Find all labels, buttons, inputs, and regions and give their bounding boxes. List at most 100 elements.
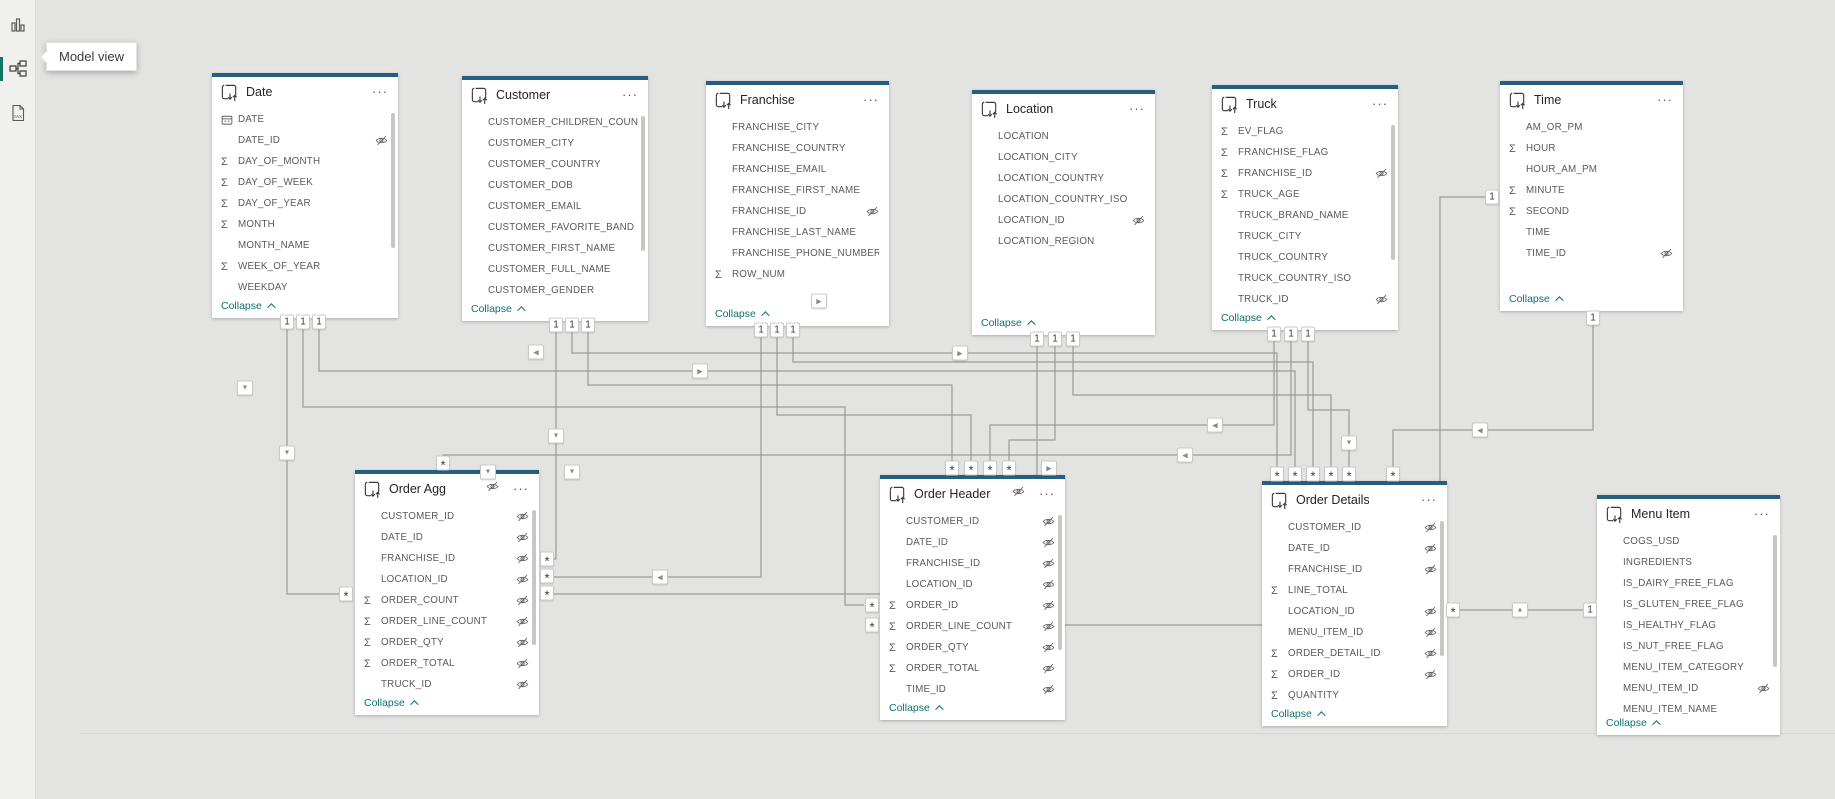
field-row[interactable]: Σ MONTH	[212, 214, 398, 235]
table-header[interactable]: Menu Item ···	[1597, 499, 1780, 529]
field-row[interactable]: Σ ROW_NUM	[706, 264, 889, 285]
field-row[interactable]: Σ ORDER_ID	[1262, 664, 1447, 685]
table-scrollbar[interactable]	[1773, 535, 1777, 667]
field-row[interactable]: TRUCK_COUNTRY_ISO	[1212, 268, 1398, 289]
field-row[interactable]: INGREDIENTS	[1597, 552, 1780, 573]
table-more-options-button[interactable]: ···	[371, 85, 389, 99]
table-header[interactable]: Location ···	[972, 94, 1155, 124]
field-row[interactable]: LOCATION_COUNTRY	[972, 168, 1155, 189]
field-row[interactable]: FRANCHISE_LAST_NAME	[706, 222, 889, 243]
table-more-options-button[interactable]: ···	[1420, 493, 1438, 507]
field-row[interactable]: TIME	[1500, 222, 1683, 243]
table-header[interactable]: Franchise ···	[706, 85, 889, 115]
field-row[interactable]: Σ QUANTITY	[1262, 685, 1447, 705]
field-row[interactable]: CUSTOMER_ID	[880, 511, 1065, 532]
field-row[interactable]: DATE_ID	[1262, 538, 1447, 559]
field-row[interactable]: FRANCHISE_COUNTRY	[706, 138, 889, 159]
field-row[interactable]: TRUCK_BRAND_NAME	[1212, 205, 1398, 226]
table-more-options-button[interactable]: ···	[862, 93, 880, 107]
field-row[interactable]: IS_GLUTEN_FREE_FLAG	[1597, 594, 1780, 615]
field-row[interactable]: CUSTOMER_CITY	[462, 133, 648, 154]
table-more-options-button[interactable]: ···	[1371, 97, 1389, 111]
field-row[interactable]: HOUR_AM_PM	[1500, 159, 1683, 180]
collapse-link[interactable]: Collapse	[880, 699, 1065, 720]
model-view-button[interactable]	[0, 52, 36, 86]
field-row[interactable]: Σ FRANCHISE_ID	[1212, 163, 1398, 184]
collapse-link[interactable]: Collapse	[355, 694, 539, 715]
field-row[interactable]: IS_DAIRY_FREE_FLAG	[1597, 573, 1780, 594]
field-row[interactable]: LOCATION_ID	[355, 569, 539, 590]
relationship-line[interactable]	[318, 318, 1296, 481]
table-header[interactable]: Truck ···	[1212, 89, 1398, 119]
field-row[interactable]: Σ ORDER_QTY	[355, 632, 539, 653]
field-row[interactable]: MONTH_NAME	[212, 235, 398, 256]
table-header[interactable]: Date ···	[212, 77, 398, 107]
field-row[interactable]: DATE_ID	[880, 532, 1065, 553]
field-row[interactable]: Σ WEEK_OF_YEAR	[212, 256, 398, 277]
field-row[interactable]: TRUCK_ID	[1212, 289, 1398, 309]
field-row[interactable]: CUSTOMER_CHILDREN_COUNT	[462, 112, 648, 133]
field-row[interactable]: Σ ORDER_COUNT	[355, 590, 539, 611]
table-header[interactable]: Time ···	[1500, 85, 1683, 115]
field-row[interactable]: FRANCHISE_ID	[1262, 559, 1447, 580]
field-row[interactable]: FRANCHISE_ID	[355, 548, 539, 569]
field-row[interactable]: LOCATION	[972, 126, 1155, 147]
table-scrollbar[interactable]	[532, 510, 536, 645]
field-row[interactable]: LOCATION_COUNTRY_ISO	[972, 189, 1155, 210]
relationship-line[interactable]	[547, 326, 762, 578]
table-more-options-button[interactable]: ···	[621, 88, 639, 102]
table-card-menu-item[interactable]: Menu Item ··· COGS_USD INGREDIENTS IS_DAI…	[1597, 495, 1780, 735]
field-row[interactable]: Σ DAY_OF_MONTH	[212, 151, 398, 172]
table-card-order-agg[interactable]: Order Agg ··· CUSTOMER_ID DATE_ID FRANCH…	[355, 470, 539, 715]
table-more-options-button[interactable]: ···	[512, 482, 530, 496]
table-card-franchise[interactable]: Franchise ··· FRANCHISE_CITY FRANCHISE_CO…	[706, 81, 889, 326]
table-card-order-details[interactable]: Order Details ··· CUSTOMER_ID DATE_ID FRA…	[1262, 481, 1447, 726]
field-row[interactable]: MENU_ITEM_ID	[1262, 622, 1447, 643]
field-row[interactable]: TRUCK_CITY	[1212, 226, 1398, 247]
table-card-customer[interactable]: Customer ··· CUSTOMER_CHILDREN_COUNT CUST…	[462, 76, 648, 321]
dax-query-view-button[interactable]: DAX	[0, 96, 36, 130]
field-row[interactable]: LOCATION_CITY	[972, 147, 1155, 168]
table-header[interactable]: Order Header ···	[880, 479, 1065, 509]
relationship-line[interactable]	[989, 330, 1275, 475]
field-row[interactable]: LOCATION_ID	[972, 210, 1155, 231]
table-header[interactable]: Order Agg ···	[355, 474, 539, 504]
field-row[interactable]: LOCATION_ID	[880, 574, 1065, 595]
field-row[interactable]: FRANCHISE_CITY	[706, 117, 889, 138]
relationship-line[interactable]	[442, 330, 1292, 470]
field-row[interactable]: IS_HEALTHY_FLAG	[1597, 615, 1780, 636]
table-more-options-button[interactable]: ···	[1656, 93, 1674, 107]
field-row[interactable]: CUSTOMER_GENDER	[462, 280, 648, 300]
field-row[interactable]: FRANCHISE_ID	[880, 553, 1065, 574]
table-scrollbar[interactable]	[391, 113, 395, 248]
field-row[interactable]: LOCATION_REGION	[972, 231, 1155, 252]
field-row[interactable]: Σ FRANCHISE_FLAG	[1212, 142, 1398, 163]
table-card-truck[interactable]: Truck ··· Σ EV_FLAG Σ FRANCHISE_FLAG Σ FR…	[1212, 85, 1398, 330]
relationship-line[interactable]	[1008, 335, 1056, 475]
field-row[interactable]: FRANCHISE_ID	[706, 201, 889, 222]
field-row[interactable]: Σ ORDER_QTY	[880, 637, 1065, 658]
field-row[interactable]: FRANCHISE_EMAIL	[706, 159, 889, 180]
model-canvas[interactable]: Date ··· DATE DATE_ID Σ DAY_OF_MONTH Σ DA…	[0, 0, 1835, 799]
field-row[interactable]: DATE	[212, 109, 398, 130]
field-row[interactable]: CUSTOMER_EMAIL	[462, 196, 648, 217]
field-row[interactable]: LOCATION_ID	[1262, 601, 1447, 622]
table-scrollbar[interactable]	[641, 116, 645, 251]
field-row[interactable]: DATE_ID	[355, 527, 539, 548]
relationship-line[interactable]	[1392, 315, 1594, 481]
field-row[interactable]: IS_NUT_FREE_FLAG	[1597, 636, 1780, 657]
field-row[interactable]: WEEKDAY	[212, 277, 398, 297]
field-row[interactable]: Σ ORDER_LINE_COUNT	[355, 611, 539, 632]
field-row[interactable]: AM_OR_PM	[1500, 117, 1683, 138]
report-view-button[interactable]	[0, 8, 36, 42]
collapse-link[interactable]: Collapse	[1500, 290, 1683, 311]
table-header[interactable]: Customer ···	[462, 80, 648, 110]
field-row[interactable]: MENU_ITEM_ID	[1597, 678, 1780, 699]
field-row[interactable]: MENU_ITEM_NAME	[1597, 699, 1780, 714]
table-scrollbar[interactable]	[1391, 125, 1395, 260]
collapse-link[interactable]: Collapse	[1597, 714, 1780, 735]
field-row[interactable]: COGS_USD	[1597, 531, 1780, 552]
table-more-options-button[interactable]: ···	[1753, 507, 1771, 521]
field-row[interactable]: Σ HOUR	[1500, 138, 1683, 159]
field-row[interactable]: Σ LINE_TOTAL	[1262, 580, 1447, 601]
